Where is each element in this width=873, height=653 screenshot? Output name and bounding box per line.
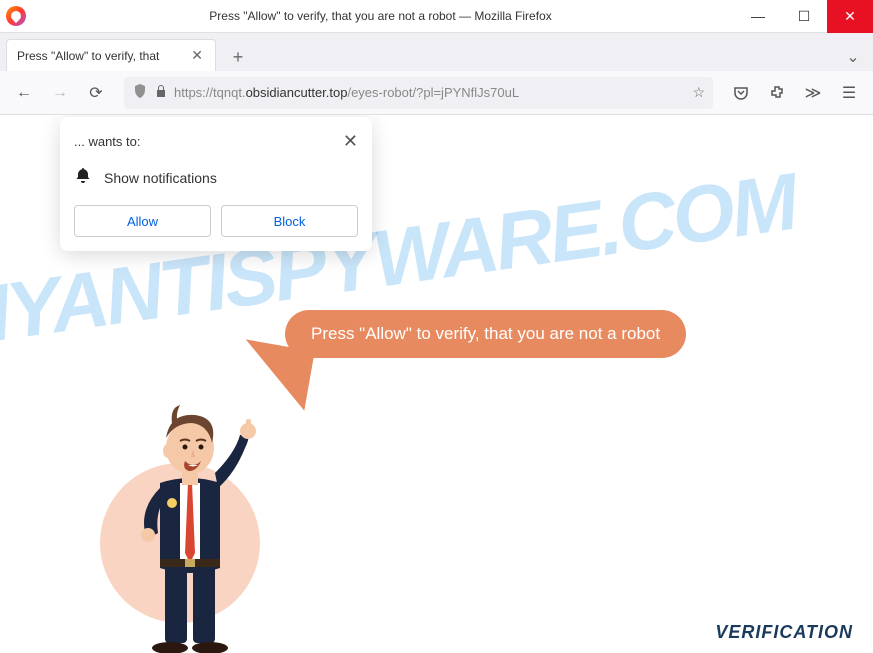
navigation-toolbar: ← → ⟳ https://tqnqt.obsidiancutter.top/e… <box>0 71 873 115</box>
extensions-button[interactable] <box>761 77 793 109</box>
browser-tab[interactable]: Press "Allow" to verify, that ✕ <box>6 39 216 71</box>
notification-permission-popup: ... wants to: ✕ Show notifications Allow… <box>60 117 372 251</box>
bookmark-star-icon[interactable]: ☆ <box>692 84 705 101</box>
bell-icon <box>74 166 92 189</box>
page-content: MYANTISPYWARE.COM ... wants to: ✕ Show n… <box>0 115 873 653</box>
notification-close-icon[interactable]: ✕ <box>343 131 358 152</box>
url-text: https://tqnqt.obsidiancutter.top/eyes-ro… <box>174 85 686 100</box>
back-button[interactable]: ← <box>8 77 40 109</box>
tab-title: Press "Allow" to verify, that <box>17 49 189 63</box>
reload-button[interactable]: ⟳ <box>80 77 112 109</box>
businessman-character <box>100 353 300 653</box>
block-button[interactable]: Block <box>221 205 358 237</box>
shield-icon[interactable] <box>132 83 148 102</box>
notification-origin: ... wants to: <box>74 134 140 149</box>
close-button[interactable]: ✕ <box>827 0 873 33</box>
maximize-button[interactable]: ☐ <box>781 0 827 33</box>
firefox-icon <box>6 6 26 26</box>
tab-close-icon[interactable]: ✕ <box>189 47 205 64</box>
tab-bar: Press "Allow" to verify, that ✕ + ⌄ <box>0 33 873 71</box>
notification-permission-text: Show notifications <box>104 170 217 186</box>
allow-button[interactable]: Allow <box>74 205 211 237</box>
new-tab-button[interactable]: + <box>222 43 254 71</box>
tab-dropdown-icon[interactable]: ⌄ <box>839 43 867 71</box>
window-controls: — ☐ ✕ <box>735 0 873 33</box>
minimize-button[interactable]: — <box>735 0 781 33</box>
lock-icon[interactable] <box>154 84 168 101</box>
verification-label: VERIFICATION <box>715 622 853 643</box>
address-bar[interactable]: https://tqnqt.obsidiancutter.top/eyes-ro… <box>124 77 713 109</box>
overflow-button[interactable]: ≫ <box>797 77 829 109</box>
window-titlebar: Press "Allow" to verify, that you are no… <box>0 0 873 33</box>
menu-button[interactable]: ☰ <box>833 77 865 109</box>
pocket-button[interactable] <box>725 77 757 109</box>
speech-bubble: Press "Allow" to verify, that you are no… <box>285 310 686 358</box>
window-title: Press "Allow" to verify, that you are no… <box>26 9 735 23</box>
forward-button[interactable]: → <box>44 77 76 109</box>
